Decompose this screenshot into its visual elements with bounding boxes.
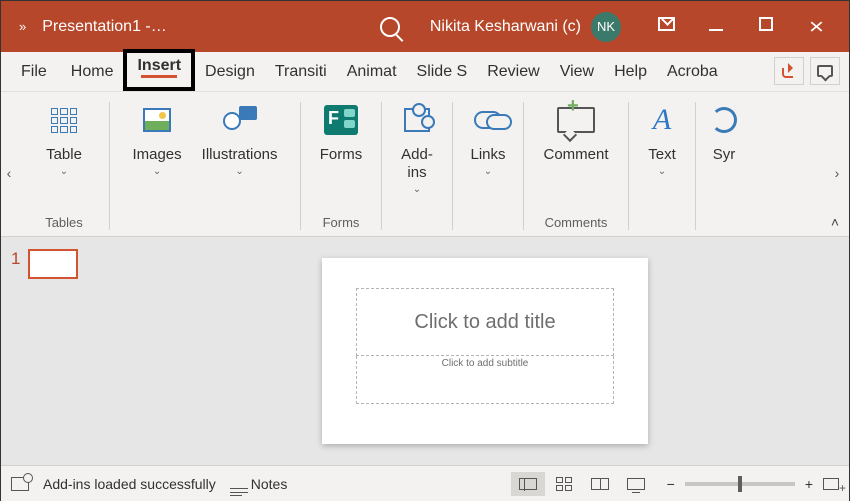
tab-design[interactable]: Design [195, 55, 265, 91]
group-label-forms: Forms [323, 215, 360, 234]
forms-icon [324, 105, 358, 135]
maximize-button[interactable] [741, 17, 791, 36]
addins-icon [404, 108, 430, 132]
view-reading-button[interactable] [583, 472, 617, 496]
tab-acrobat[interactable]: Acroba [657, 55, 728, 91]
symbols-icon [711, 107, 737, 133]
subtitle-placeholder[interactable]: Click to add subtitle [356, 356, 614, 404]
comments-button[interactable] [810, 57, 840, 85]
title-placeholder[interactable]: Click to add title [356, 288, 614, 356]
user-avatar[interactable]: NK [591, 12, 621, 42]
user-name[interactable]: Nikita Kesharwani (c) [430, 18, 581, 36]
text-button[interactable]: A Text⌄ [638, 98, 686, 177]
tab-help[interactable]: Help [604, 55, 657, 91]
slide-canvas[interactable]: Click to add title Click to add subtitle [121, 237, 849, 465]
group-label-comments: Comments [545, 215, 608, 234]
fit-to-window-button[interactable] [823, 478, 839, 490]
document-title[interactable]: Presentation1 -… [42, 18, 167, 36]
tab-file[interactable]: File [11, 55, 57, 91]
view-sorter-button[interactable] [547, 472, 581, 496]
ribbon-scroll-right[interactable]: › [831, 165, 843, 181]
slide[interactable]: Click to add title Click to add subtitle [322, 258, 648, 444]
illustrations-button[interactable]: Illustrations⌄ [192, 98, 288, 177]
work-area: 1 Click to add title Click to add subtit… [1, 237, 849, 465]
images-icon [143, 108, 171, 132]
links-icon [474, 111, 502, 129]
text-icon: A [653, 103, 671, 137]
slideshow-view-icon [627, 478, 645, 490]
share-icon [782, 64, 796, 78]
minimize-button[interactable] [691, 18, 741, 36]
share-button[interactable] [774, 57, 804, 85]
ribbon-scroll-left[interactable]: ‹ [3, 165, 15, 181]
zoom-in-button[interactable]: + [805, 476, 813, 492]
status-bar: Add-ins loaded successfully Notes − + [1, 465, 849, 501]
forms-button[interactable]: Forms [310, 98, 373, 164]
tab-review[interactable]: Review [477, 55, 549, 91]
slide-thumbnails-panel[interactable]: 1 [1, 237, 121, 465]
ribbon-tabs: File Home Insert Design Transiti Animat … [1, 52, 849, 92]
tab-animations[interactable]: Animat [337, 55, 407, 91]
links-button[interactable]: Links⌄ [460, 98, 515, 177]
sorter-view-icon [556, 477, 572, 491]
addins-status-icon [11, 477, 29, 491]
view-slideshow-button[interactable] [619, 472, 653, 496]
addins-button[interactable]: Add- ins⌄ [391, 98, 443, 195]
tab-transitions[interactable]: Transiti [265, 55, 337, 91]
notes-button[interactable]: Notes [230, 476, 288, 492]
images-button[interactable]: Images⌄ [122, 98, 191, 177]
notes-icon [230, 488, 248, 489]
tab-slideshow[interactable]: Slide S [407, 55, 478, 91]
normal-view-icon [519, 478, 537, 490]
tab-insert[interactable]: Insert [133, 55, 185, 81]
thumbnail-preview[interactable] [28, 249, 78, 279]
collapse-ribbon-icon[interactable]: ˄ [831, 214, 839, 230]
search-icon[interactable] [380, 17, 400, 37]
addins-status-text[interactable]: Add-ins loaded successfully [43, 476, 216, 492]
titlebar: » Presentation1 -… Nikita Kesharwani (c)… [1, 1, 849, 52]
comment-icon [817, 65, 833, 77]
ribbon: ‹ Table⌄ Tables Images⌄ Illustrations⌄ [1, 92, 849, 237]
more-commands-icon[interactable]: » [19, 19, 24, 34]
symbols-button[interactable]: Syr [701, 98, 739, 164]
close-button[interactable]: × [791, 14, 841, 40]
reading-view-icon [591, 478, 609, 490]
tab-view[interactable]: View [550, 55, 604, 91]
ribbon-display-button[interactable] [641, 17, 691, 36]
zoom-out-button[interactable]: − [667, 476, 675, 492]
slide-number: 1 [11, 249, 20, 269]
comment-button[interactable]: + Comment [533, 98, 618, 164]
view-normal-button[interactable] [511, 472, 545, 496]
insert-tab-highlight: Insert [123, 49, 195, 91]
zoom-slider[interactable] [685, 482, 795, 486]
illustrations-icon [223, 106, 257, 134]
tab-home[interactable]: Home [61, 55, 124, 91]
table-button[interactable]: Table⌄ [36, 98, 92, 177]
table-icon [49, 106, 79, 135]
group-label-tables: Tables [45, 215, 83, 234]
slide-thumbnail[interactable]: 1 [11, 249, 111, 279]
new-comment-icon: + [557, 107, 595, 133]
